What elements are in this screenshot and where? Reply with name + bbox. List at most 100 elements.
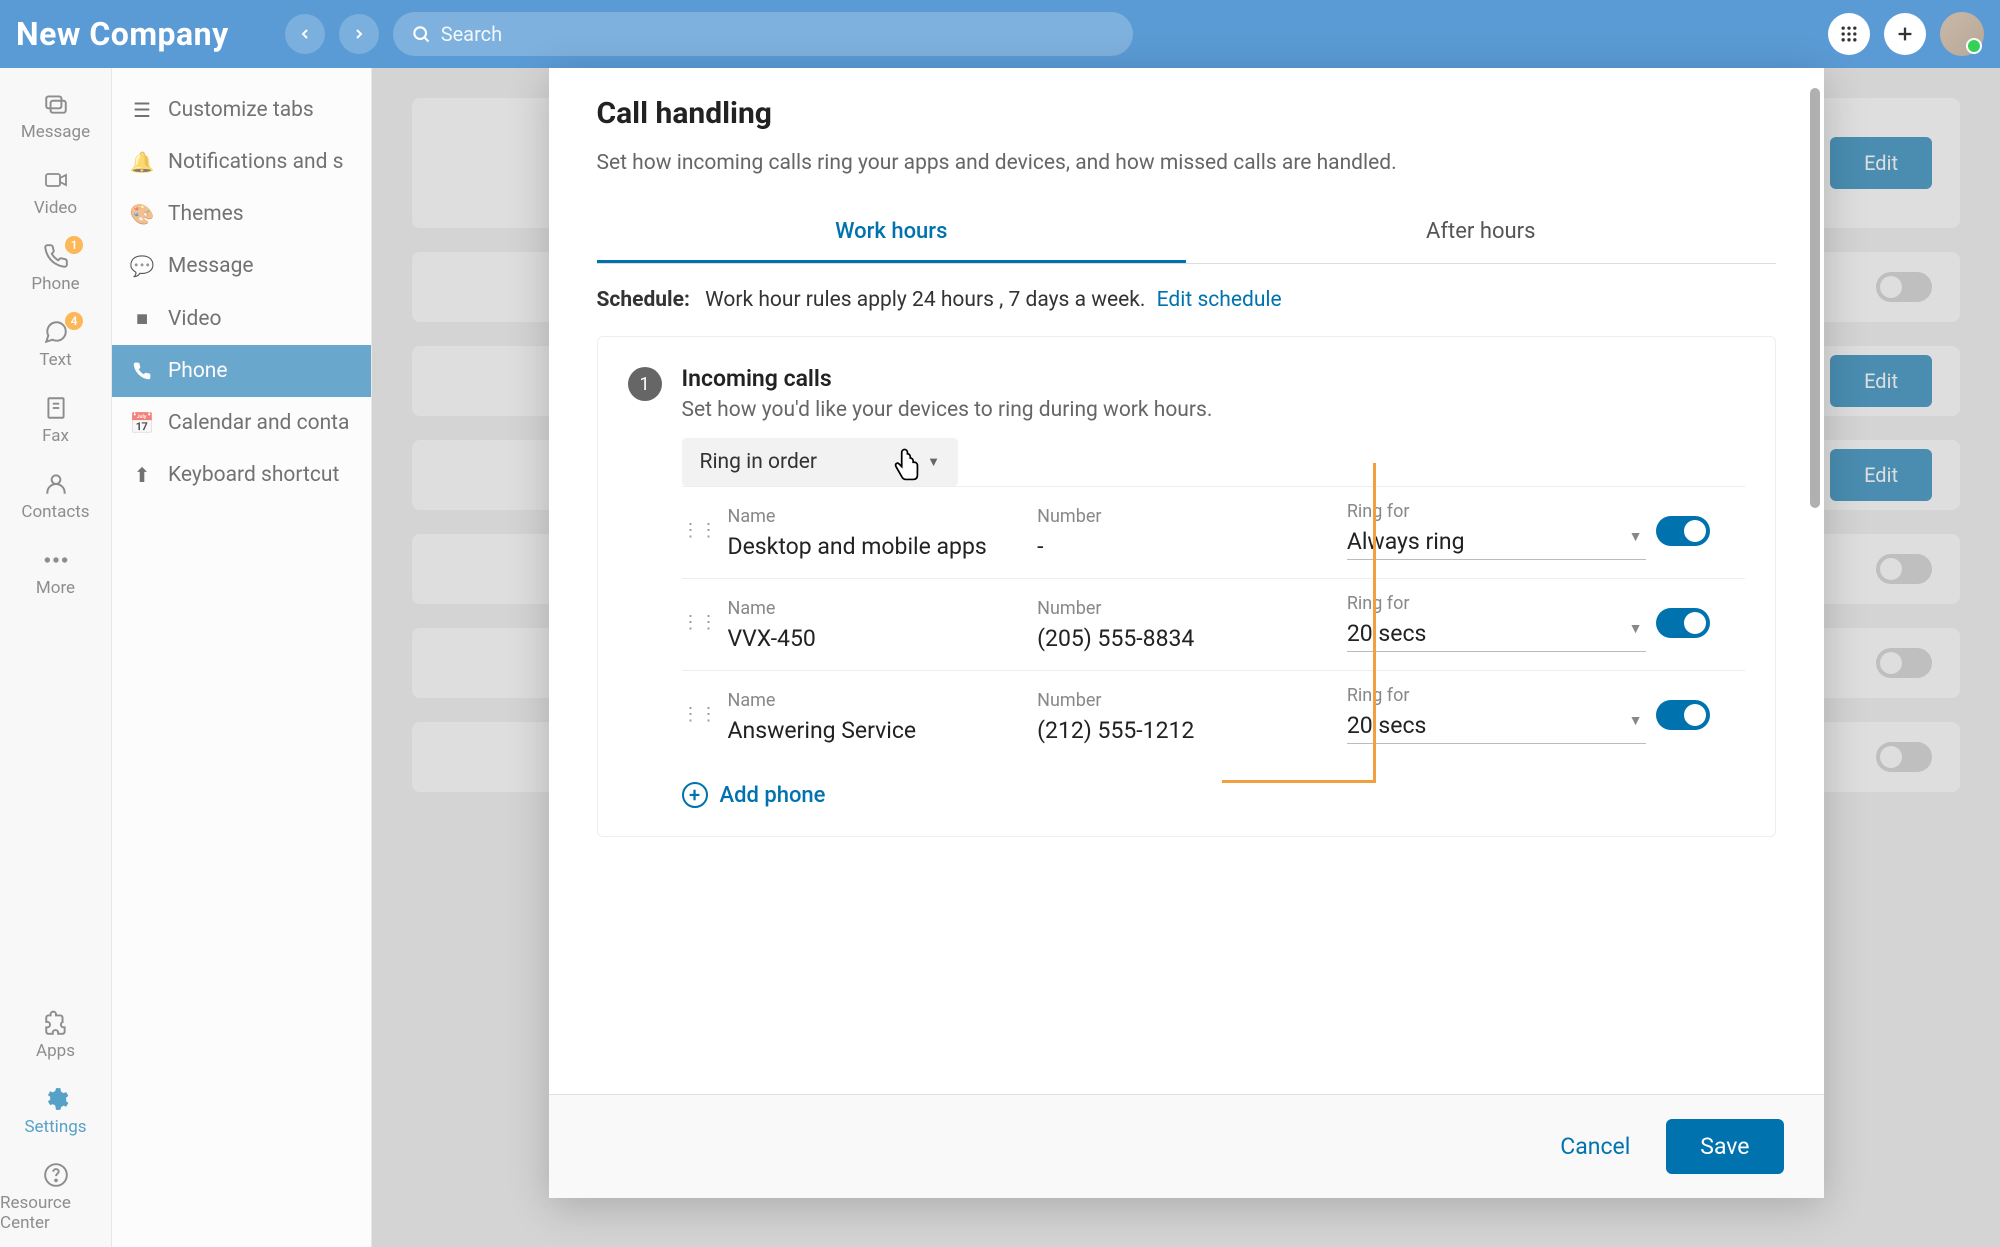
drag-handle-icon[interactable]: ⋮⋮ (682, 520, 718, 541)
ringfor-header: Ring for (1347, 501, 1647, 522)
schedule-label: Schedule: (597, 288, 690, 312)
content-area: Edit Edit Edit (372, 68, 2000, 1247)
dialpad-button[interactable] (1828, 13, 1870, 55)
device-number: (212) 555-1212 (1037, 717, 1337, 744)
rail-more[interactable]: More (0, 536, 111, 612)
fax-icon (43, 394, 69, 422)
device-row: ⋮⋮ Name Answering Service Number (212) 5… (682, 670, 1745, 762)
settings-customize-tabs[interactable]: ☰ Customize tabs (112, 84, 371, 136)
device-name: Desktop and mobile apps (728, 533, 1028, 560)
device-toggle[interactable] (1656, 516, 1710, 546)
dialpad-icon (1839, 24, 1859, 44)
modal-tabs: Work hours After hours (597, 203, 1776, 264)
left-rail: Message Video Phone 1 Text 4 Fax (0, 68, 112, 1247)
ring-for-select[interactable]: Always ring ▼ (1347, 528, 1647, 560)
search-icon (411, 24, 431, 44)
ringfor-header: Ring for (1347, 593, 1647, 614)
more-icon (43, 546, 69, 574)
modal-scrollbar[interactable] (1810, 88, 1820, 508)
top-bar: New Company (0, 0, 2000, 68)
chevron-down-icon: ▼ (1629, 712, 1643, 739)
drag-handle-icon[interactable]: ⋮⋮ (682, 612, 718, 633)
device-toggle[interactable] (1656, 700, 1710, 730)
phone-badge: 1 (65, 236, 83, 254)
ringfor-header: Ring for (1347, 685, 1647, 706)
device-row: ⋮⋮ Name Desktop and mobile apps Number - (682, 486, 1745, 578)
rail-contacts[interactable]: Contacts (0, 460, 111, 536)
chevron-down-icon: ▼ (1629, 528, 1643, 555)
chevron-down-icon: ▼ (927, 454, 940, 470)
message-icon: 💬 (130, 254, 154, 278)
incoming-calls-section: 1 Incoming calls Set how you'd like your… (597, 336, 1776, 837)
settings-list: ☰ Customize tabs 🔔 Notifications and s 🎨… (112, 68, 372, 1247)
rail-message[interactable]: Message (0, 80, 111, 156)
rail-apps[interactable]: Apps (0, 999, 111, 1075)
modal-footer: Cancel Save (549, 1094, 1824, 1198)
modal-title: Call handling (597, 96, 1776, 131)
settings-message[interactable]: 💬 Message (112, 240, 371, 292)
tab-work-hours[interactable]: Work hours (597, 203, 1187, 263)
text-badge: 4 (65, 312, 83, 330)
settings-phone[interactable]: Phone (112, 345, 371, 397)
ring-for-select[interactable]: 20 secs ▼ (1347, 712, 1647, 744)
save-button[interactable]: Save (1666, 1119, 1783, 1174)
number-header: Number (1037, 690, 1337, 711)
message-icon (41, 90, 71, 118)
step-number: 1 (628, 367, 662, 401)
rail-video[interactable]: Video (0, 156, 111, 232)
settings-themes[interactable]: 🎨 Themes (112, 188, 371, 240)
schedule-text: Work hour rules apply 24 hours , 7 days … (705, 288, 1145, 312)
ring-mode-select[interactable]: Ring in order ▼ (682, 438, 958, 486)
device-name: VVX-450 (728, 625, 1028, 652)
section-subtitle: Set how you'd like your devices to ring … (682, 398, 1213, 422)
cancel-button[interactable]: Cancel (1560, 1133, 1630, 1160)
add-phone-button[interactable]: + Add phone (682, 782, 1745, 808)
main-area: Message Video Phone 1 Text 4 Fax (0, 68, 2000, 1247)
device-toggle[interactable] (1656, 608, 1710, 638)
calendar-icon: 📅 (130, 411, 154, 435)
company-name: New Company (16, 15, 229, 53)
tabs-icon: ☰ (130, 98, 154, 122)
name-header: Name (728, 690, 1028, 711)
plus-icon (1894, 23, 1916, 45)
schedule-row: Schedule: Work hour rules apply 24 hours… (597, 288, 1776, 312)
edit-schedule-link[interactable]: Edit schedule (1157, 288, 1282, 312)
settings-video[interactable]: ■ Video (112, 292, 371, 345)
modal-description: Set how incoming calls ring your apps an… (597, 151, 1776, 175)
help-icon (43, 1161, 69, 1189)
contacts-icon (43, 470, 69, 498)
video-icon: ■ (130, 306, 154, 331)
phone-icon (130, 361, 154, 381)
name-header: Name (728, 506, 1028, 527)
chevron-down-icon: ▼ (1629, 620, 1643, 647)
device-number: (205) 555-8834 (1037, 625, 1337, 652)
ring-mode-value: Ring in order (700, 450, 818, 474)
settings-calendar[interactable]: 📅 Calendar and conta (112, 397, 371, 449)
rail-fax[interactable]: Fax (0, 384, 111, 460)
rail-settings[interactable]: Settings (0, 1075, 111, 1151)
bell-icon: 🔔 (130, 150, 154, 174)
settings-keyboard[interactable]: ⬆ Keyboard shortcut (112, 449, 371, 501)
ring-for-select[interactable]: 20 secs ▼ (1347, 620, 1647, 652)
drag-handle-icon[interactable]: ⋮⋮ (682, 704, 718, 725)
call-handling-modal: Call handling Set how incoming calls rin… (549, 68, 1824, 1198)
rail-text[interactable]: Text 4 (0, 308, 111, 384)
nav-forward-button[interactable] (339, 14, 379, 54)
settings-notifications[interactable]: 🔔 Notifications and s (112, 136, 371, 188)
rail-phone[interactable]: Phone 1 (0, 232, 111, 308)
user-avatar[interactable] (1940, 12, 1984, 56)
gear-icon (43, 1085, 69, 1113)
search-input[interactable] (441, 22, 1115, 46)
search-box[interactable] (393, 12, 1133, 56)
palette-icon: 🎨 (130, 202, 154, 226)
number-header: Number (1037, 506, 1337, 527)
puzzle-icon (43, 1009, 69, 1037)
name-header: Name (728, 598, 1028, 619)
add-button[interactable] (1884, 13, 1926, 55)
tab-after-hours[interactable]: After hours (1186, 203, 1776, 263)
device-name: Answering Service (728, 717, 1028, 744)
rail-resource-center[interactable]: Resource Center (0, 1151, 111, 1247)
device-row: ⋮⋮ Name VVX-450 Number (205) 555-8834 (682, 578, 1745, 670)
keyboard-icon: ⬆ (130, 463, 154, 487)
nav-back-button[interactable] (285, 14, 325, 54)
